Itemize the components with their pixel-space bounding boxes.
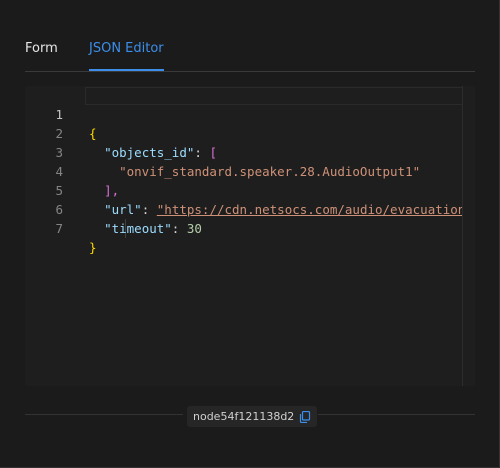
code-line: 2 "objects_id": [ — [25, 105, 217, 160]
close-brace: } — [89, 240, 97, 255]
code-text: "url": "https://cdn.netsocs.com/audio/ev… — [104, 202, 466, 217]
tab-bar: Form JSON Editor — [25, 40, 475, 72]
node-panel: Form JSON Editor 1 { 2 "objects_id": [ 3… — [0, 0, 500, 468]
vertical-scrollbar[interactable] — [462, 86, 475, 386]
divider-right — [318, 414, 475, 415]
current-line-highlight — [85, 87, 463, 105]
code-line: 5 "url": "https://cdn.netsocs.com/audio/… — [25, 162, 465, 217]
code-line: 1 { — [25, 86, 96, 141]
code-line: 3 "onvif_standard.speaker.28.AudioOutput… — [25, 124, 420, 179]
json-editor[interactable]: 1 { 2 "objects_id": [ 3 "onvif_standard.… — [25, 86, 475, 386]
json-url[interactable]: "https://cdn.netsocs.com/audio/evacuatio… — [157, 202, 466, 217]
open-bracket: [ — [209, 145, 217, 160]
open-brace: { — [89, 126, 97, 141]
divider-left — [25, 414, 183, 415]
code-text: ], — [89, 181, 119, 200]
node-id-badge: node54f121138d2 — [187, 406, 318, 427]
node-id-text: node54f121138d2 — [193, 410, 295, 423]
code-line: 4 ], — [25, 143, 119, 198]
code-line: 6 "timeout": 30 — [25, 181, 201, 236]
line-number: 7 — [55, 221, 63, 236]
code-line: 7 } — [25, 200, 96, 255]
code-text: } — [89, 238, 97, 257]
code-text: "onvif_standard.speaker.28.AudioOutput1" — [89, 162, 420, 181]
code-text: { — [89, 124, 97, 143]
json-key: "objects_id" — [104, 145, 195, 160]
json-number: 30 — [186, 221, 202, 236]
copy-icon[interactable] — [299, 410, 311, 423]
json-key: "timeout" — [104, 221, 172, 236]
tab-form[interactable]: Form — [25, 40, 58, 70]
close-bracket: ], — [104, 183, 120, 198]
code-text: "objects_id": [ — [104, 145, 217, 160]
json-string: "onvif_standard.speaker.28.AudioOutput1" — [119, 164, 421, 179]
json-key: "url" — [104, 202, 142, 217]
tab-json-editor[interactable]: JSON Editor — [89, 40, 164, 71]
code-text: "timeout": 30 — [104, 221, 202, 236]
